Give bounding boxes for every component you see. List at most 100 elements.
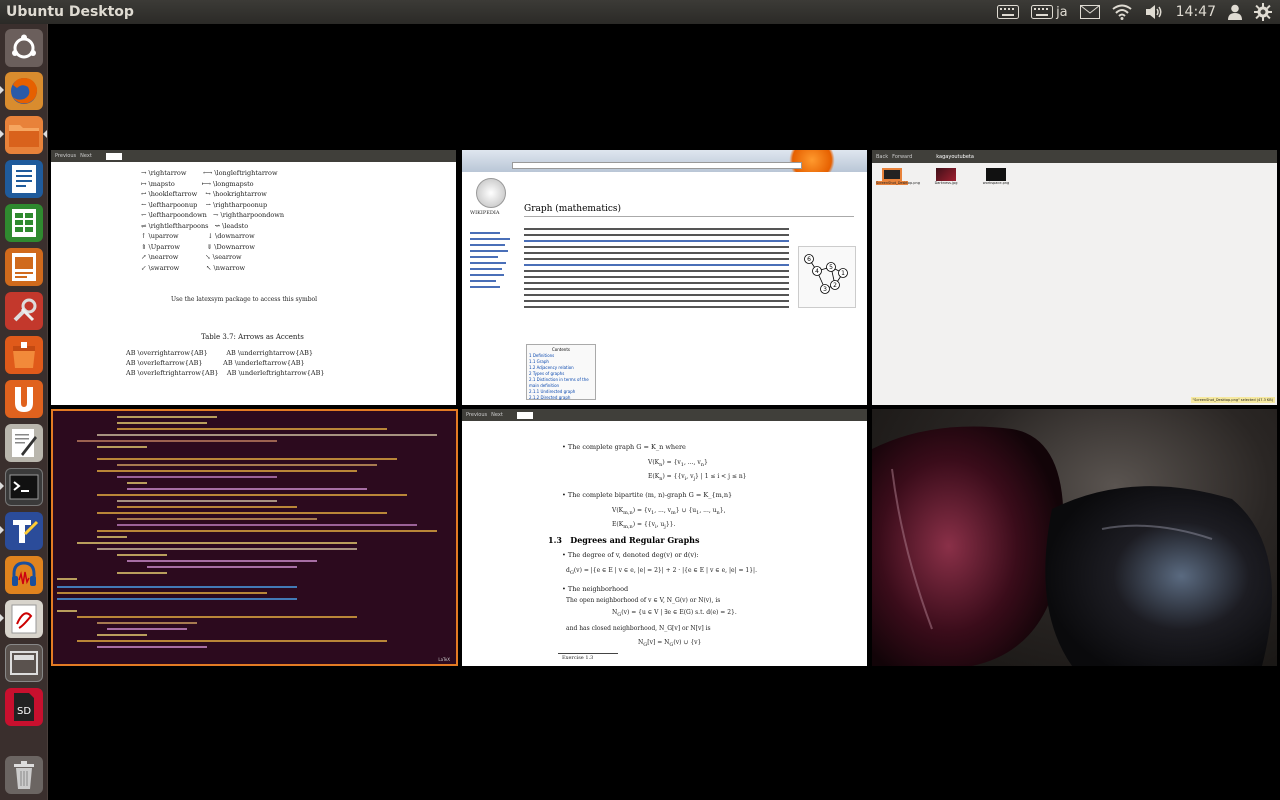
graph-node: 2 <box>833 282 837 289</box>
window-file-browser[interactable]: Back Forward kagayoutubeta ScreenShot_De… <box>872 150 1277 405</box>
texmaker-button[interactable] <box>5 512 43 550</box>
bullet-bipartite: • The complete bipartite (m, n)-graph G … <box>562 491 733 499</box>
clock[interactable]: 14:47 <box>1170 0 1222 24</box>
page-field[interactable] <box>516 411 533 419</box>
impress-icon <box>12 253 36 281</box>
status-tooltip: "ScreenShot_Desktop.png" selected (47.3 … <box>1190 397 1275 403</box>
next-button[interactable]: Next <box>491 412 503 418</box>
editor-status: LaTeX <box>438 657 450 662</box>
graph-node: 1 <box>841 270 845 277</box>
page-field[interactable] <box>105 152 122 160</box>
article-heading: Graph (mathematics) <box>524 204 621 214</box>
window-wallpaper[interactable] <box>872 409 1277 666</box>
formula: dG(v) = |{e ∈ E | v ∈ e, |e| = 2}| + 2 ·… <box>566 567 757 577</box>
bullet-degree: • The degree of v, denoted deg(v) or d(v… <box>562 551 699 559</box>
text-editor-icon <box>12 429 37 457</box>
writer-icon <box>12 165 36 193</box>
audacity-icon <box>12 561 36 586</box>
window-editor[interactable]: LaTeX <box>51 409 458 666</box>
mail-icon[interactable] <box>1074 0 1106 24</box>
formula: V(Kn) = {v1, ..., vn} E(Kn) = {{vi, vj} |… <box>648 459 747 483</box>
files-button[interactable] <box>5 116 43 154</box>
file-name: ScreenShot_Desktop.png <box>876 181 920 185</box>
text-editor-button[interactable] <box>5 424 43 462</box>
volume-icon[interactable] <box>1138 0 1170 24</box>
session-gear-icon[interactable] <box>1248 0 1280 24</box>
path-button[interactable]: kagayoutubeta <box>936 154 974 160</box>
graph-image: 6 4 5 1 3 2 <box>798 246 856 308</box>
sd-card-button[interactable]: SD <box>5 688 43 726</box>
bullet-neighborhood: • The neighborhood <box>562 585 629 593</box>
trash-button[interactable] <box>5 756 43 794</box>
toc-item[interactable]: 2.1.2 Directed graph <box>529 395 593 401</box>
impress-button[interactable] <box>5 248 43 286</box>
graph-node: 4 <box>815 268 819 275</box>
settings-button[interactable] <box>5 292 43 330</box>
file-name: Darkness.jpg <box>934 181 958 185</box>
keyboard-icon[interactable] <box>991 0 1025 24</box>
evince-icon <box>11 604 37 634</box>
file-item[interactable]: ScreenShot_Desktop.png <box>876 168 920 185</box>
file-item[interactable]: Darkness.jpg <box>930 168 962 185</box>
audacity-button[interactable] <box>5 556 43 594</box>
wine-glass-image <box>872 426 1272 666</box>
graph-node: 6 <box>807 256 811 263</box>
files-icon <box>9 125 39 147</box>
footnote: Use the latexsym package to access this … <box>171 296 318 303</box>
firefox-button[interactable] <box>5 72 43 110</box>
user-icon[interactable] <box>1222 0 1248 24</box>
next-button[interactable]: Next <box>80 153 92 159</box>
open-neighborhood-text: The open neighborhood of v ∈ V, N_G(v) o… <box>566 597 721 604</box>
dash-home-button[interactable] <box>5 29 43 67</box>
bullet-complete-graph: • The complete graph G = K_n where <box>562 443 686 451</box>
wikipedia-globe-icon <box>476 178 506 208</box>
file-name: workspace.png <box>982 181 1010 185</box>
calc-button[interactable] <box>5 204 43 242</box>
back-button[interactable]: Back <box>876 154 888 160</box>
wifi-icon[interactable] <box>1106 0 1138 24</box>
firefox-icon <box>11 78 38 104</box>
evince-toolbar: Previous Next <box>51 150 456 162</box>
previous-button[interactable]: Previous <box>55 153 76 159</box>
formula: NG[v] = NG(v) ∪ {v} <box>638 639 702 649</box>
accent-table: AB \overrightarrow{AB} AB \underrightarr… <box>126 349 325 377</box>
terminal-icon <box>9 474 39 500</box>
article-text <box>524 224 789 312</box>
image-file-icon <box>986 168 1006 181</box>
footnote: Exercise 1.3 <box>562 655 594 661</box>
ubuntu-one-icon <box>15 387 33 412</box>
bullet-text: The neighborhood <box>567 585 629 593</box>
file-item[interactable]: workspace.png <box>980 168 1012 185</box>
keyboard-layout-icon <box>1031 5 1054 19</box>
window-evince-arrows[interactable]: Previous Next → \rightarrow ⟷ \longleftr… <box>51 150 456 405</box>
workspace-switcher-button[interactable] <box>5 644 43 682</box>
writer-button[interactable] <box>5 160 43 198</box>
evince-button[interactable] <box>5 600 43 638</box>
url-bar[interactable] <box>512 162 802 169</box>
ubuntu-one-button[interactable] <box>5 380 43 418</box>
code-text <box>57 415 452 659</box>
keyboard-lang: ja <box>1056 4 1068 20</box>
window-evince-graph[interactable]: Previous Next • The complete graph G = K… <box>462 409 867 666</box>
toc-item[interactable]: 2.1 Distinction in terms of the main def… <box>529 377 593 389</box>
previous-button[interactable]: Previous <box>466 412 487 418</box>
wikipedia-wordmark: WIKIPEDIA <box>470 210 500 216</box>
terminal-button[interactable] <box>5 468 43 506</box>
bullet-text: The complete graph G = K_n where <box>567 443 686 451</box>
workspace-switcher-icon <box>10 651 38 675</box>
graph-node: 3 <box>823 286 827 293</box>
trash-icon <box>14 761 34 789</box>
forward-button[interactable]: Forward <box>892 154 912 160</box>
bullet-text: The degree of v, denoted deg(v) or d(v): <box>567 551 699 559</box>
bullet-text: The complete bipartite (m, n)-graph G = … <box>567 491 733 499</box>
texmaker-icon <box>13 520 39 543</box>
image-file-icon <box>882 168 902 181</box>
section-number: 1.3 <box>548 535 562 545</box>
input-method-indicator[interactable]: ja <box>1025 0 1074 24</box>
formula: V(Km,n) = {v1, ..., vm} ∪ {u1, ..., un},… <box>612 507 726 531</box>
wiki-sidebar <box>470 228 520 292</box>
install-button[interactable] <box>5 336 43 374</box>
install-icon <box>13 342 35 368</box>
formula: NG(v) = {u ∈ V | ∃e ∈ E(G) s.t. d(e) = 2… <box>612 609 737 619</box>
window-firefox[interactable]: WIKIPEDIA Graph (mathematics) 6 4 5 1 3 … <box>462 150 867 405</box>
